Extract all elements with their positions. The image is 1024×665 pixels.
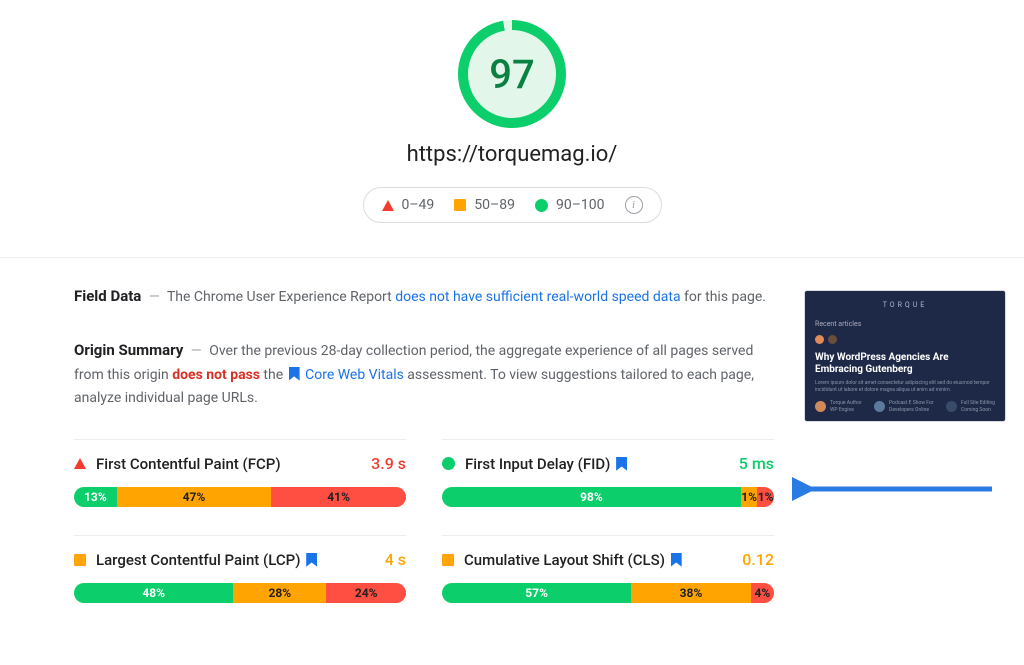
metric-fcp: First Contentful Paint (FCP) 3.9 s 13% 4…: [74, 439, 406, 507]
dash: —: [149, 289, 160, 305]
analyzed-url: https://torquemag.io/: [0, 142, 1024, 167]
fid-good-seg: 98%: [442, 487, 741, 507]
circle-green-icon: [535, 199, 548, 212]
score-gauge-wrap: 97: [458, 20, 566, 128]
field-data-heading: Field Data: [74, 287, 141, 305]
triangle-red-icon: [382, 200, 394, 211]
legend-good-range: 90–100: [556, 197, 605, 213]
origin-mid: the: [260, 367, 287, 383]
thumbnail-section: Recent articles: [815, 320, 995, 329]
metric-lcp-name-text: Largest Contentful Paint (LCP): [96, 551, 300, 569]
origin-summary-paragraph: Origin Summary — Over the previous 28-da…: [74, 338, 774, 411]
lcp-good-seg: 48%: [74, 583, 233, 603]
thumbnail-headline: Why WordPress Agencies Are Embracing Gut…: [815, 352, 995, 376]
lcp-poor-seg: 24%: [326, 583, 406, 603]
triangle-red-icon: [74, 458, 86, 469]
metric-lcp-name: Largest Contentful Paint (LCP): [96, 551, 375, 569]
square-orange-icon: [454, 199, 466, 211]
metric-fcp-name: First Contentful Paint (FCP): [96, 455, 361, 473]
fcp-poor-seg: 41%: [271, 487, 406, 507]
metric-fcp-bar: 13% 47% 41%: [74, 487, 406, 507]
screenshot-thumbnail[interactable]: TORQUE Recent articles Why WordPress Age…: [804, 290, 1006, 422]
metric-cls-bar: 57% 38% 4%: [442, 583, 774, 603]
metric-cls: Cumulative Layout Shift (CLS) 0.12 57% 3…: [442, 535, 774, 603]
avatar-icon: [815, 335, 824, 344]
legend-good: 90–100: [535, 197, 605, 213]
legend-average: 50–89: [454, 197, 515, 213]
metric-fid: First Input Delay (FID) 5 ms 98% 1% 1%: [442, 439, 774, 507]
field-data-post: for this page.: [681, 289, 766, 305]
info-icon[interactable]: i: [625, 196, 643, 214]
avatar-icon: [815, 401, 826, 412]
bookmark-icon: [306, 553, 317, 567]
dash: —: [191, 343, 202, 359]
metric-lcp: Largest Contentful Paint (LCP) 4 s 48% 2…: [74, 535, 406, 603]
bookmark-icon: [616, 457, 627, 471]
square-orange-icon: [74, 554, 86, 566]
thumbnail-avatars: [815, 335, 995, 344]
metric-fid-value: 5 ms: [739, 454, 774, 473]
metric-cls-name-text: Cumulative Layout Shift (CLS): [464, 551, 665, 569]
fid-avg-seg: 1%: [741, 487, 758, 507]
avatar-icon: [828, 335, 837, 344]
thumbnail-logo: TORQUE: [815, 301, 995, 310]
metric-lcp-value: 4 s: [385, 550, 406, 569]
fid-poor-seg: 1%: [757, 487, 774, 507]
core-web-vitals-link[interactable]: Core Web Vitals: [305, 367, 404, 383]
metric-cls-name: Cumulative Layout Shift (CLS): [464, 551, 732, 569]
insufficient-data-link[interactable]: does not have sufficient real-world spee…: [395, 289, 680, 305]
legend-average-range: 50–89: [474, 197, 515, 213]
metric-fid-name-text: First Input Delay (FID): [465, 455, 610, 473]
legend-poor-range: 0–49: [402, 197, 435, 213]
fail-status: does not pass: [172, 367, 260, 383]
bookmark-icon: [671, 553, 682, 567]
metric-lcp-bar: 48% 28% 24%: [74, 583, 406, 603]
score-legend: 0–49 50–89 90–100 i: [363, 187, 662, 223]
square-orange-icon: [442, 554, 454, 566]
metric-fcp-value: 3.9 s: [371, 454, 406, 473]
score-gauge: 97: [458, 20, 566, 128]
cls-good-seg: 57%: [442, 583, 631, 603]
origin-summary-heading: Origin Summary: [74, 341, 183, 359]
field-data-paragraph: Field Data — The Chrome User Experience …: [74, 284, 774, 310]
score-value: 97: [489, 51, 534, 98]
bookmark-icon: [289, 367, 300, 381]
field-data-pre: The Chrome User Experience Report: [167, 289, 395, 305]
cls-avg-seg: 38%: [631, 583, 751, 603]
metric-fid-name: First Input Delay (FID): [465, 455, 729, 473]
thumbnail-bottom-row: Torque AuthorWP Engine Podcast E Show Fo…: [815, 400, 995, 413]
avatar-icon: [874, 401, 885, 412]
fcp-good-seg: 13%: [74, 487, 117, 507]
thumbnail-excerpt: Lorem ipsum dolor sit amet consectetur a…: [815, 380, 995, 393]
lcp-avg-seg: 28%: [233, 583, 326, 603]
fcp-avg-seg: 47%: [117, 487, 272, 507]
avatar-icon: [946, 401, 957, 412]
metric-fid-bar: 98% 1% 1%: [442, 487, 774, 507]
score-header: 97 https://torquemag.io/ 0–49 50–89 90–1…: [0, 0, 1024, 239]
cls-poor-seg: 4%: [751, 583, 774, 603]
legend-poor: 0–49: [382, 197, 435, 213]
metric-cls-value: 0.12: [742, 550, 774, 569]
circle-green-icon: [442, 457, 455, 470]
